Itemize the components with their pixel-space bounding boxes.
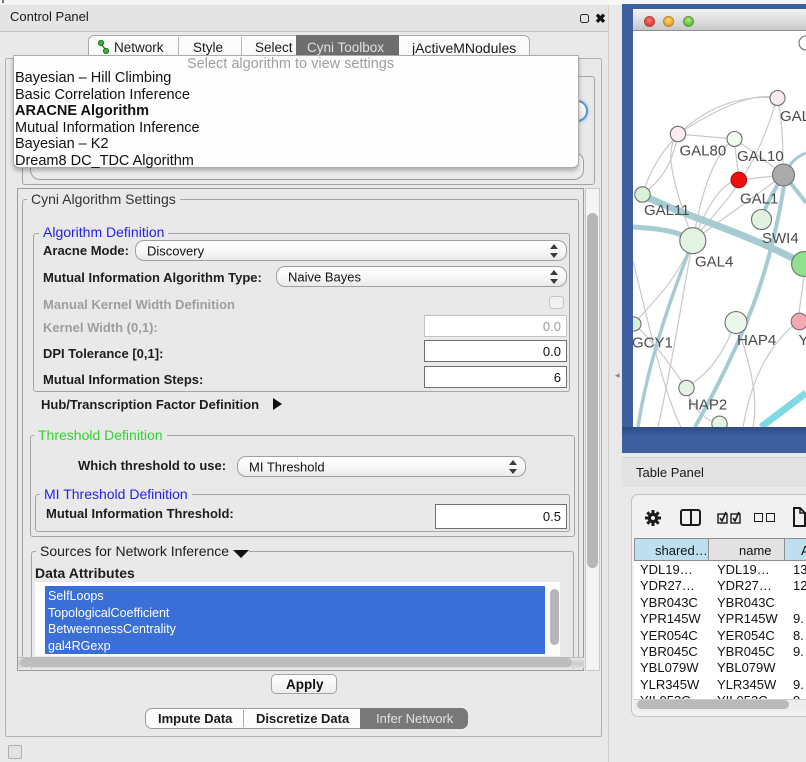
svg-text:GAL4: GAL4 xyxy=(695,254,733,271)
svg-text:HAP2: HAP2 xyxy=(688,397,727,414)
svg-text:GAL11: GAL11 xyxy=(644,202,690,219)
svg-text:SWI4: SWI4 xyxy=(762,230,799,247)
svg-text:Y: Y xyxy=(799,332,806,349)
svg-text:GCY1: GCY1 xyxy=(633,335,673,352)
svg-text:GAL7: GAL7 xyxy=(780,108,806,125)
svg-text:GAL10: GAL10 xyxy=(737,148,784,165)
svg-text:HAP4: HAP4 xyxy=(737,332,776,349)
svg-text:GAL80: GAL80 xyxy=(680,143,727,160)
svg-text:GAL1: GAL1 xyxy=(740,191,778,208)
